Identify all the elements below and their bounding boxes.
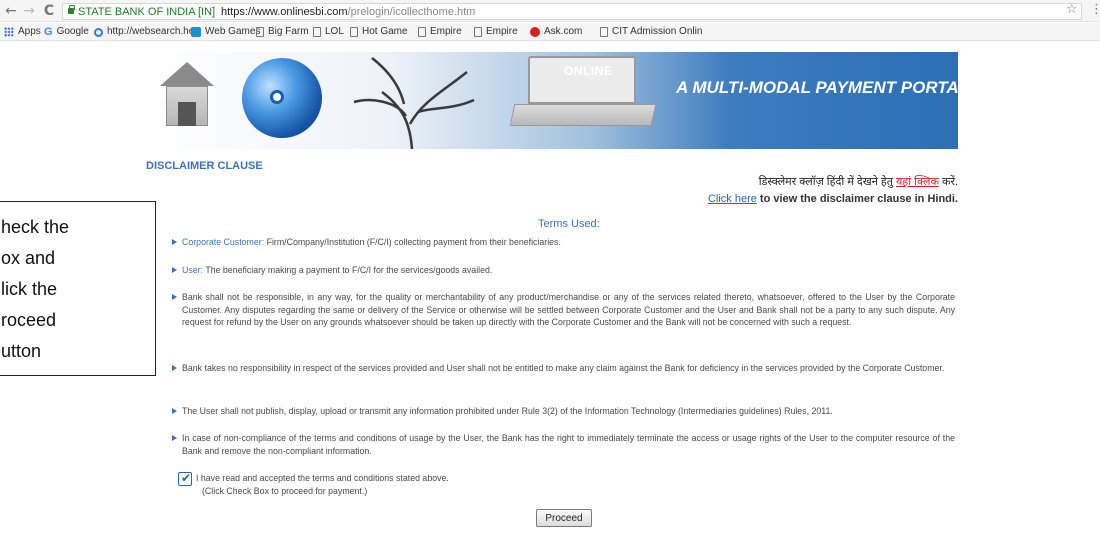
checkmark-icon: ✔ xyxy=(181,471,192,485)
bookmark-cit-admission[interactable]: CIT Admission Onlin xyxy=(600,23,702,41)
bookmark-ask[interactable]: Ask.com xyxy=(530,23,582,41)
term-key: Corporate Customer: xyxy=(182,237,265,247)
callout-line: heck the xyxy=(1,217,70,237)
callout-line: lick the xyxy=(1,279,58,299)
lock-icon xyxy=(68,5,75,14)
term-text: The User shall not publish, display, upl… xyxy=(182,406,833,416)
page-icon xyxy=(474,27,482,37)
terms-heading: Terms Used: xyxy=(538,218,600,230)
bookmark-apps[interactable]: Apps xyxy=(4,23,41,41)
bullet-icon xyxy=(172,294,177,300)
bookmark-empire-1[interactable]: Empire xyxy=(418,23,462,41)
web-games-icon xyxy=(191,27,201,37)
accept-terms-label: I have read and accepted the terms and c… xyxy=(196,473,449,483)
bullet-icon xyxy=(172,365,177,371)
url-text[interactable]: https://www.onlinesbi.com/prelogin/icoll… xyxy=(221,5,476,19)
browser-toolbar: ← → C STATE BANK OF INDIA [IN] https://w… xyxy=(0,0,1100,22)
bullet-icon xyxy=(172,435,177,441)
page-icon xyxy=(313,27,321,37)
bullet-icon xyxy=(172,408,177,414)
bookmark-label: Empire xyxy=(430,26,462,37)
bookmark-label: Google xyxy=(56,26,89,37)
accept-terms-checkbox[interactable]: ✔ xyxy=(178,471,192,486)
term-item: Bank takes no responsibility in respect … xyxy=(172,362,955,375)
proceed-button[interactable]: Proceed xyxy=(536,509,592,527)
page-scrollbar[interactable] xyxy=(1089,42,1100,533)
bookmark-label: Hot Game xyxy=(362,26,408,37)
term-text: In case of non-compliance of the terms a… xyxy=(182,433,955,456)
bookmark-hot-game[interactable]: Hot Game xyxy=(350,23,408,41)
google-icon: G xyxy=(44,26,53,38)
bookmark-label: Empire xyxy=(486,26,518,37)
term-key: User: xyxy=(182,265,204,275)
bookmark-label: Big Farm xyxy=(268,26,309,37)
banner-title: A MULTI-MODAL PAYMENT PORTAL xyxy=(676,78,958,97)
url-divider xyxy=(214,6,215,17)
reload-icon[interactable]: C xyxy=(40,2,58,20)
term-item: The User shall not publish, display, upl… xyxy=(172,405,955,418)
bookmark-label: http://websearch.he xyxy=(107,26,195,37)
bookmark-empire-2[interactable]: Empire xyxy=(474,23,518,41)
bookmark-big-farm[interactable]: Big Farm xyxy=(256,23,309,41)
term-item: Bank shall not be responsible, in any wa… xyxy=(172,291,955,329)
click-here-rest: to view the disclaimer clause in Hindi. xyxy=(756,193,958,205)
hindi-disclaimer-line: डिस्क्लेमर क्लॉज़ हिंदी में देखने हेतु य… xyxy=(690,174,958,189)
instruction-callout: heck the ox and lick the roceed utton xyxy=(0,201,156,376)
term-text: Firm/Company/Institution (F/C/I) collect… xyxy=(264,237,561,247)
hindi-suffix: करें. xyxy=(938,176,958,188)
url-domain: https://www.onlinesbi.com xyxy=(221,6,348,18)
term-item: Corporate Customer: Firm/Company/Institu… xyxy=(172,236,955,249)
click-here-link[interactable]: Click here xyxy=(708,193,757,205)
bookmark-lol[interactable]: LOL xyxy=(313,23,344,41)
page-icon xyxy=(350,27,358,37)
callout-line: utton xyxy=(1,341,42,361)
hindi-prefix: डिस्क्लेमर क्लॉज़ हिंदी में देखने हेतु xyxy=(758,176,897,188)
callout-line: roceed xyxy=(1,310,57,330)
bookmarks-bar: Apps G Google http://websearch.he Web Gam… xyxy=(0,23,1100,41)
term-item: User: The beneficiary making a payment t… xyxy=(172,264,955,277)
sbi-logo-icon xyxy=(270,90,284,104)
portal-banner: ONLINE A MULTI-MODAL PAYMENT PORTAL xyxy=(146,52,958,149)
back-icon[interactable]: ← xyxy=(2,2,20,20)
disclaimer-heading: DISCLAIMER CLAUSE xyxy=(146,160,263,172)
opera-icon xyxy=(94,27,103,37)
bookmark-google[interactable]: G Google xyxy=(44,23,89,41)
bullet-icon xyxy=(172,267,177,273)
term-text: Bank shall not be responsible, in any wa… xyxy=(182,292,955,328)
forward-icon[interactable]: → xyxy=(20,2,38,20)
bookmark-websearch[interactable]: http://websearch.he xyxy=(94,23,194,41)
bullet-icon xyxy=(172,239,177,245)
globe-icon xyxy=(242,58,322,138)
bare-tree-illustration xyxy=(353,57,475,149)
callout-line: ox and xyxy=(1,248,56,268)
bookmark-star-icon[interactable]: ☆ xyxy=(1066,3,1078,16)
bookmark-label: LOL xyxy=(325,26,344,37)
page-icon xyxy=(256,27,264,37)
bookmark-label: Web Games xyxy=(205,26,261,37)
site-identity: STATE BANK OF INDIA [IN] xyxy=(78,6,216,18)
url-path: /prelogin/icollecthome.htm xyxy=(347,6,476,18)
banner-online-label: ONLINE xyxy=(564,64,613,78)
bookmark-web-games[interactable]: Web Games xyxy=(191,23,260,41)
page-icon xyxy=(600,27,608,37)
term-text: The beneficiary making a payment to F/C/… xyxy=(203,265,493,275)
bookmark-label: Ask.com xyxy=(544,26,583,37)
page-icon xyxy=(418,27,426,37)
english-hindi-line: Click here to view the disclaimer clause… xyxy=(610,193,958,205)
bookmark-label: Apps xyxy=(18,26,41,37)
apps-grid-icon xyxy=(4,27,14,37)
ask-icon xyxy=(530,27,540,37)
bookmark-label: CIT Admission Onlin xyxy=(612,26,703,37)
address-bar[interactable]: STATE BANK OF INDIA [IN] https://www.onl… xyxy=(62,3,1082,20)
menu-icon[interactable]: ⋮ xyxy=(1090,3,1100,16)
bank-building-icon xyxy=(160,62,214,132)
term-text: Bank takes no responsibility in respect … xyxy=(182,363,945,373)
term-item: In case of non-compliance of the terms a… xyxy=(172,432,955,457)
accept-terms-hint: (Click Check Box to proceed for payment.… xyxy=(202,486,368,496)
hindi-link[interactable]: यहां क्लिक xyxy=(896,176,939,188)
